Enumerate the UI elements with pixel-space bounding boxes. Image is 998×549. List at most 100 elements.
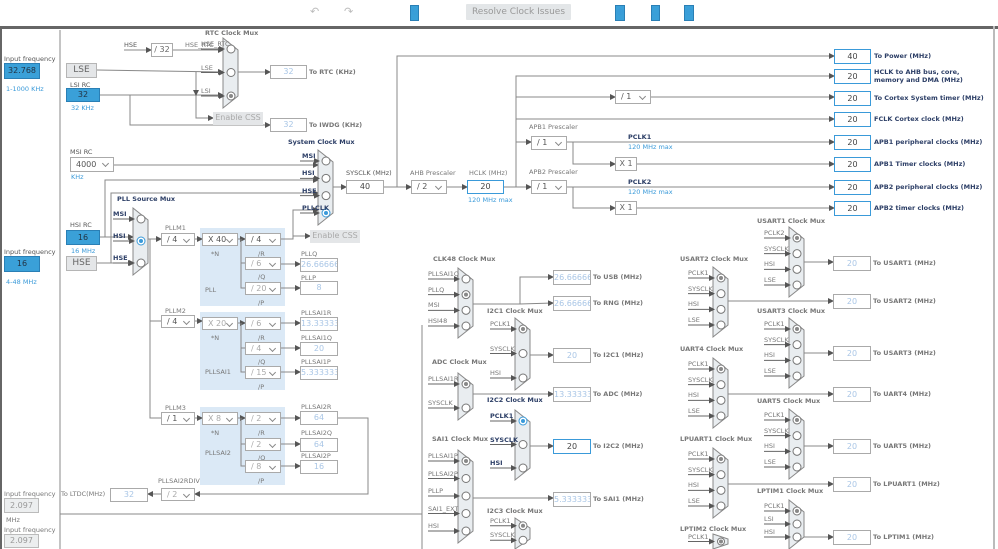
output-value-3[interactable]: 20 — [834, 112, 871, 127]
msi-select[interactable]: 4000 — [70, 157, 114, 172]
usart3-mux-input-label: SYSCLK — [764, 335, 789, 344]
i2c3-mux-title: I2C3 Clock Mux — [487, 507, 543, 515]
system-enable-css-button[interactable]: Enable CSS — [310, 230, 360, 243]
uart4-mux-radio-2[interactable] — [716, 395, 726, 405]
pll1-n-select[interactable]: X 40 — [202, 233, 238, 246]
i2c2-mux-radio-2[interactable] — [518, 463, 528, 473]
pll2-n-select[interactable]: X 20 — [202, 317, 238, 330]
sai1-mux-radio-4[interactable] — [461, 526, 471, 536]
hse-block[interactable]: HSE — [66, 256, 97, 271]
clk48-mux-radio-3[interactable] — [461, 321, 471, 331]
usart2-mux-radio-1[interactable] — [716, 289, 726, 299]
pllsrc-mux-radio-0[interactable] — [136, 214, 146, 224]
pll3-n-select[interactable]: X 8 — [202, 412, 238, 425]
pllm1-select[interactable]: / 4 — [161, 233, 195, 246]
uart4-mux-radio-1[interactable] — [716, 380, 726, 390]
pllm3-select[interactable]: / 1 — [161, 412, 195, 425]
output-value-4[interactable]: 20 — [834, 135, 871, 150]
i2c2-mux-radio-1[interactable] — [518, 440, 528, 449]
hse-input-frequency-label: Input frequency — [4, 248, 56, 256]
pll3-p-select[interactable]: / 8 — [245, 460, 281, 473]
uart4-mux-radio-3[interactable] — [716, 411, 726, 421]
output-value-7[interactable]: 20 — [834, 201, 871, 216]
hse-frequency-input[interactable]: 16 — [4, 256, 40, 272]
lse-block[interactable]: LSE — [66, 63, 97, 78]
ext2-input-frequency-label: Input frequency — [4, 526, 56, 534]
usb-output-label: To USB (MHz) — [593, 273, 643, 281]
output-value-1[interactable]: 20 — [834, 69, 871, 84]
usart2-mux-radio-3[interactable] — [716, 320, 726, 330]
sai1-mux-radio-2[interactable] — [461, 491, 471, 501]
clk48-mux-radio-2[interactable] — [461, 305, 471, 315]
lpuart1-mux-radio-1[interactable] — [716, 470, 726, 480]
ext2-frequency-input[interactable]: 2.097 — [4, 534, 39, 548]
lse-frequency-input[interactable]: 32.768 — [4, 63, 40, 79]
pll3-r-select[interactable]: / 2 — [245, 412, 281, 425]
usart3-mux-radio-1[interactable] — [792, 340, 802, 350]
lptim1-mux-radio-2[interactable] — [792, 532, 802, 542]
pll1-p-select[interactable]: / 20 — [245, 282, 281, 295]
i2c1-mux-radio-2[interactable] — [518, 373, 528, 383]
sys-mux-input-label: HSE — [302, 186, 317, 195]
usart2-mux-radio-2[interactable] — [716, 304, 726, 314]
cortex-timer-divider-select[interactable]: / 1 — [615, 90, 651, 104]
lptim1-output-label: To LPTIM1 (MHz) — [873, 533, 934, 541]
i2c1-mux-radio-1[interactable] — [518, 349, 528, 358]
pll2-q-select[interactable]: / 4 — [245, 342, 281, 355]
radio-selected-dot — [719, 539, 723, 544]
rtc-enable-css-button[interactable]: Enable CSS — [213, 112, 263, 125]
pll3-q-select[interactable]: / 2 — [245, 438, 281, 451]
usart1-mux-radio-3[interactable] — [792, 280, 802, 290]
i2c3-mux-radio-1[interactable] — [518, 535, 528, 545]
lptim1-mux-radio-1[interactable] — [792, 519, 802, 529]
pll1-q-select[interactable]: / 6 — [245, 257, 281, 270]
ext-frequency-input[interactable]: 2.097 — [4, 498, 39, 513]
usart3-mux-radio-2[interactable] — [792, 355, 802, 365]
uart4-mux-title: UART4 Clock Mux — [680, 345, 744, 353]
output-value-6[interactable]: 20 — [834, 180, 871, 195]
lpuart1-mux-radio-3[interactable] — [716, 501, 726, 511]
sys-mux-radio-0[interactable] — [321, 156, 331, 166]
usart1-mux-radio-2[interactable] — [792, 264, 802, 274]
lpuart1-mux-radio-2[interactable] — [716, 485, 726, 495]
sai1-mux-radio-3[interactable] — [461, 509, 471, 518]
usart1-mux-input-label: LSE — [764, 276, 776, 284]
pll1-r-select[interactable]: / 4 — [245, 233, 281, 246]
apb1-prescaler-select[interactable]: / 1 — [531, 136, 567, 150]
output-value-0[interactable]: 40 — [834, 49, 871, 64]
clk48-mux-radio-0[interactable] — [461, 274, 471, 284]
apb2-prescaler-select[interactable]: / 1 — [531, 180, 567, 194]
pll2-p-select[interactable]: / 15 — [245, 366, 281, 379]
pllsai2rdiv-select[interactable]: / 2 — [161, 488, 195, 501]
output-value-5[interactable]: 20 — [834, 157, 871, 172]
radio-selected-dot — [719, 457, 723, 461]
uart4-mux-input-label: LSE — [688, 407, 700, 415]
pllsrc-mux-radio-2[interactable] — [136, 258, 146, 268]
ahb-prescaler-select[interactable]: / 2 — [411, 180, 447, 194]
i2c1-mux-input-label: PCLK1 — [490, 320, 511, 328]
uart5-mux-radio-1[interactable] — [792, 431, 802, 441]
output-value-2[interactable]: 20 — [834, 91, 871, 106]
uart5-mux-radio-3[interactable] — [792, 462, 802, 472]
pllm2-select[interactable]: / 4 — [161, 315, 195, 328]
sai1-mux-input-label: PLLSAI2P — [428, 469, 458, 478]
adc-mux-radio-1[interactable] — [461, 403, 471, 413]
rtc-mux-input-label: HSE_RTC — [201, 40, 230, 48]
sai1-mux-radio-1[interactable] — [461, 474, 471, 483]
pll2-r-select[interactable]: / 6 — [245, 317, 281, 330]
usart3-mux-radio-3[interactable] — [792, 371, 802, 381]
uart5-mux-radio-2[interactable] — [792, 446, 802, 456]
iwdg-output-label: To IWDG (KHz) — [309, 121, 363, 129]
usart1-output-value: 20 — [833, 256, 871, 271]
usb-output-value: 26.666667 — [553, 270, 591, 285]
usart1-mux-radio-1[interactable] — [792, 249, 802, 259]
rtc-mux-radio-1[interactable] — [226, 68, 236, 77]
sys-mux-radio-2[interactable] — [321, 191, 331, 201]
sys-mux-radio-1[interactable] — [321, 173, 331, 183]
uart5-mux-title: UART5 Clock Mux — [757, 397, 821, 405]
rtc-hse-label: HSE — [124, 41, 138, 49]
n-label: *N — [211, 250, 220, 258]
rtc-mux-input-label: LSE — [201, 63, 213, 72]
sai1-mux-title: SAI1 Clock Mux — [432, 435, 489, 443]
hclk-input[interactable]: 20 — [467, 180, 504, 194]
